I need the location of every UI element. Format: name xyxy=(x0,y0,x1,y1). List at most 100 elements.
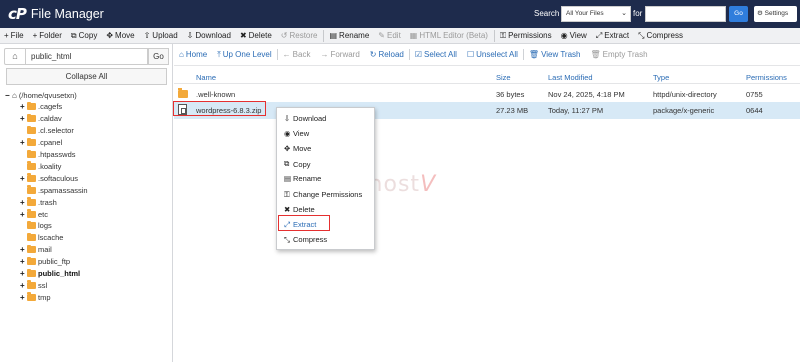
tree-item-ssl[interactable]: + ssl xyxy=(20,279,47,291)
nav-select-all-button[interactable]: ☑ Select All xyxy=(410,50,462,59)
menu-item-delete[interactable]: ✖ Delete xyxy=(284,205,315,214)
home-icon: ⌂ xyxy=(12,90,17,100)
tree-item-label: .cl.selector xyxy=(38,126,74,136)
file-permissions: 0755 xyxy=(746,90,763,99)
tree-item-koality[interactable]: .koality xyxy=(20,160,61,172)
tree-item-cl-selector[interactable]: .cl.selector xyxy=(20,125,74,137)
expand-icon[interactable]: + xyxy=(20,138,27,147)
expand-icon[interactable]: + xyxy=(20,102,27,111)
tree-item-trash[interactable]: + .trash xyxy=(20,196,57,208)
nav-label: Back xyxy=(292,50,311,59)
collapse-all-button[interactable]: Collapse All xyxy=(6,68,167,85)
toolbar-file-button[interactable]: + File xyxy=(0,28,29,44)
menu-item-rename[interactable]: ▤ Rename xyxy=(284,174,321,183)
nav-reload-button[interactable]: ↻ Reload xyxy=(365,50,409,59)
unselect-all-icon: ☐ xyxy=(466,50,475,59)
menu-item-label: Move xyxy=(293,144,312,154)
tree-item-softaculous[interactable]: + .softaculous xyxy=(20,172,78,184)
copy-icon: ⧉ xyxy=(70,30,77,40)
menu-item-view[interactable]: ◉ View xyxy=(284,129,309,138)
rename-icon: ▤ xyxy=(329,31,338,40)
cpanel-logo[interactable]: cP File Manager xyxy=(8,5,104,23)
table-row-selected[interactable]: wordpress-6.8.3.zip 27.23 MB Today, 11:2… xyxy=(173,101,800,119)
compress-icon: ⤡ xyxy=(284,234,290,244)
expand-icon[interactable]: + xyxy=(20,210,27,219)
expand-icon[interactable]: + xyxy=(20,114,27,123)
toolbar-view-button[interactable]: ◉ View xyxy=(557,28,592,44)
toolbar-download-button[interactable]: ⇩ Download xyxy=(183,28,236,44)
menu-item-move[interactable]: ✥ Move xyxy=(284,144,311,153)
tree-item-cpanel[interactable]: + .cpanel xyxy=(20,137,62,149)
toolbar-compress-button[interactable]: ⤡ Compress xyxy=(634,28,688,44)
nav-empty-trash-button[interactable]: 🗑 Empty Trash xyxy=(586,50,653,59)
tree-root[interactable]: − ⌂ (/home/qvusetxn) xyxy=(5,89,77,101)
toolbar-html-editor-beta-button[interactable]: ▦ HTML Editor (Beta) xyxy=(406,28,493,44)
tree-item-public-ftp[interactable]: + public_ftp xyxy=(20,256,70,268)
menu-item-compress[interactable]: ⤡ Compress xyxy=(284,235,327,245)
nav-up-one-level-button[interactable]: ⤒ Up One Level xyxy=(212,50,276,60)
toolbar-permissions-button[interactable]: ⚿ Permissions xyxy=(496,28,557,44)
column-size[interactable]: Size xyxy=(496,73,511,82)
toolbar-rename-button[interactable]: ▤ Rename xyxy=(325,28,374,44)
permissions-icon: ⚿ xyxy=(499,30,507,40)
tree-item-etc[interactable]: + etc xyxy=(20,208,48,220)
expand-icon[interactable]: + xyxy=(20,198,27,207)
toolbar-extract-button[interactable]: ⤢ Extract xyxy=(592,28,634,44)
nav-home-button[interactable]: ⌂ Home xyxy=(174,50,212,59)
expand-icon[interactable]: + xyxy=(20,174,27,183)
tree-item-spamassassin[interactable]: .spamassassin xyxy=(20,184,88,196)
chevron-down-icon: ⌄ xyxy=(621,10,627,17)
tree-item-mail[interactable]: + mail xyxy=(20,244,52,256)
nav-back-button[interactable]: ← Back xyxy=(278,50,316,59)
column-name[interactable]: Name xyxy=(196,73,216,82)
home-icon[interactable]: ⌂ xyxy=(4,48,26,65)
tree-item-caldav[interactable]: + .caldav xyxy=(20,113,62,125)
tree-item-lscache[interactable]: lscache xyxy=(20,232,63,244)
expand-icon[interactable]: + xyxy=(20,257,27,266)
move-icon: ✥ xyxy=(284,144,291,154)
expand-icon[interactable]: + xyxy=(20,281,27,290)
toolbar-upload-button[interactable]: ⇧ Upload xyxy=(140,28,183,44)
nav-view-trash-button[interactable]: 🗑 View Trash xyxy=(524,50,586,59)
search-input[interactable] xyxy=(645,6,726,22)
tree-item-htpasswds[interactable]: .htpasswds xyxy=(20,149,76,161)
folder-icon xyxy=(27,113,36,123)
tree-item-logs[interactable]: logs xyxy=(20,220,52,232)
search-scope-value: All Your Files xyxy=(566,10,604,17)
menu-item-download[interactable]: ⇩ Download xyxy=(284,114,326,123)
toolbar-folder-button[interactable]: + Folder xyxy=(29,28,67,44)
toolbar-copy-button[interactable]: ⧉ Copy xyxy=(67,28,102,44)
toolbar-move-button[interactable]: ✥ Move xyxy=(102,28,139,44)
toolbar-delete-button[interactable]: ✖ Delete xyxy=(236,28,277,44)
expand-icon[interactable]: + xyxy=(20,245,27,254)
expand-icon[interactable]: + xyxy=(20,269,27,278)
search-scope-select[interactable]: All Your Files ⌄ xyxy=(561,6,631,22)
nav-unselect-all-button[interactable]: ☐ Unselect All xyxy=(462,50,523,59)
toolbar-edit-button[interactable]: ✎ Edit xyxy=(374,28,406,44)
settings-button[interactable]: ⚙ Settings xyxy=(754,6,797,22)
search-go-button[interactable]: Go xyxy=(729,6,748,22)
folder-icon xyxy=(27,244,36,254)
menu-item-change-permissions[interactable]: ⚿ Change Permissions xyxy=(284,190,362,200)
column-type[interactable]: Type xyxy=(653,73,669,82)
toolbar-label: Copy xyxy=(78,31,98,40)
menu-item-copy[interactable]: ⧉ Copy xyxy=(284,159,311,169)
table-row[interactable]: .well-known 36 bytes Nov 24, 2025, 4:18 … xyxy=(174,86,800,103)
tree-item-public-html[interactable]: + public_html xyxy=(20,268,80,280)
collapse-icon[interactable]: − xyxy=(5,91,12,100)
path-input[interactable]: public_html xyxy=(26,48,148,65)
column-last-modified[interactable]: Last Modified xyxy=(548,73,593,82)
folder-icon xyxy=(27,185,36,194)
tree-item-tmp[interactable]: + tmp xyxy=(20,291,51,303)
nav-forward-button[interactable]: → Forward xyxy=(315,50,364,59)
folder-icon xyxy=(27,149,36,158)
tree-item-label: .koality xyxy=(38,161,62,171)
tree-item-cagefs[interactable]: + .cagefs xyxy=(20,101,62,113)
toolbar-restore-button[interactable]: ↺ Restore xyxy=(277,28,323,44)
tree-item-label: .cagefs xyxy=(38,102,63,112)
settings-label: Settings xyxy=(764,10,789,17)
tree-item-label: .htpasswds xyxy=(38,150,76,159)
expand-icon[interactable]: + xyxy=(20,293,27,302)
path-go-button[interactable]: Go xyxy=(148,48,169,65)
column-permissions[interactable]: Permissions xyxy=(746,73,787,82)
